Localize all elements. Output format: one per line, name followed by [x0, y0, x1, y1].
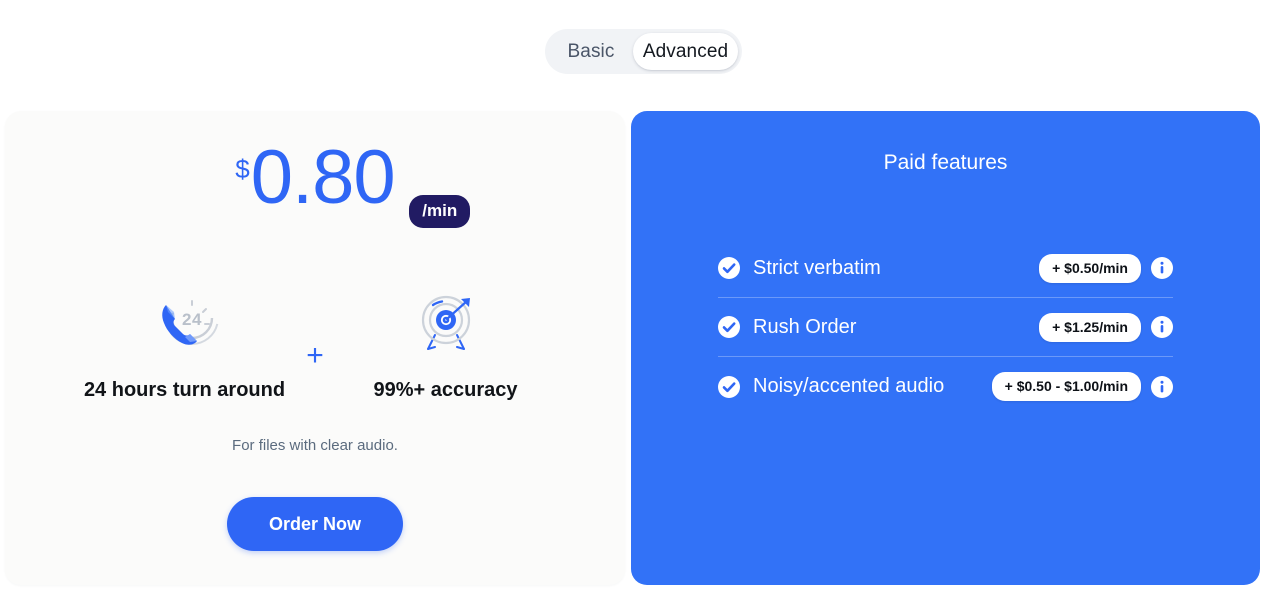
price-amount: 0.80 — [250, 135, 396, 220]
paid-feature-row[interactable]: Strict verbatim + $0.50/min — [718, 239, 1173, 298]
paid-features-list: Strict verbatim + $0.50/min Rush Order +… — [718, 239, 1173, 416]
feature-accuracy-label: 99%+ accuracy — [373, 379, 518, 401]
plan-toggle[interactable]: Basic Advanced — [545, 29, 742, 74]
paid-feature-meta: + $1.25/min — [1039, 312, 1173, 342]
per-minute-badge: /min — [409, 195, 471, 228]
paid-features-card: Paid features Strict verbatim + $0.50/mi… — [631, 111, 1260, 585]
paid-feature-meta: + $0.50/min — [1039, 253, 1173, 283]
feature-accuracy: 99%+ accuracy — [333, 289, 558, 402]
order-now-button[interactable]: Order Now — [227, 497, 403, 551]
check-circle-icon — [718, 316, 740, 338]
plus-separator: + — [306, 339, 324, 372]
currency-symbol: $ — [235, 154, 250, 184]
pricing-page: Basic Advanced $ 0.80 /min 24 24 hours t… — [0, 0, 1267, 600]
pricing-card: $ 0.80 /min 24 24 hours turn around + 99… — [5, 111, 625, 585]
info-circle-icon[interactable] — [1151, 375, 1173, 398]
paid-feature-price: + $0.50 - $1.00/min — [991, 372, 1141, 401]
price-display: $ 0.80 /min — [5, 135, 625, 228]
tab-basic[interactable]: Basic — [549, 33, 633, 70]
paid-feature-price: + $0.50/min — [1039, 253, 1141, 283]
paid-feature-row[interactable]: Rush Order + $1.25/min — [718, 298, 1173, 357]
info-circle-icon[interactable] — [1151, 316, 1173, 338]
check-circle-icon — [718, 375, 740, 398]
svg-text:24: 24 — [182, 310, 202, 329]
paid-feature-price: + $1.25/min — [1039, 312, 1141, 342]
paid-feature-meta: + $0.50 - $1.00/min — [991, 372, 1173, 401]
target-accuracy-icon — [411, 289, 481, 359]
tab-advanced-label: Advanced — [642, 40, 729, 62]
paid-feature-label: Noisy/accented audio — [753, 375, 945, 397]
paid-feature-row[interactable]: Noisy/accented audio + $0.50 - $1.00/min — [718, 357, 1173, 416]
feature-turnaround: 24 24 hours turn around — [72, 289, 297, 402]
paid-features-title: Paid features — [883, 151, 1008, 174]
paid-feature-label: Rush Order — [753, 315, 857, 338]
tab-basic-label: Basic — [567, 40, 615, 62]
phone-24-hours-icon: 24 — [150, 289, 220, 359]
paid-feature-label: Strict verbatim — [753, 256, 881, 279]
info-circle-icon[interactable] — [1151, 257, 1173, 279]
feature-turnaround-label: 24 hours turn around — [83, 379, 286, 401]
tab-advanced[interactable]: Advanced — [633, 33, 738, 70]
audio-note: For files with clear audio. — [232, 437, 398, 454]
card-feature-icons: 24 24 hours turn around + 99%+ accuracy — [5, 289, 625, 402]
check-circle-icon — [718, 257, 740, 279]
